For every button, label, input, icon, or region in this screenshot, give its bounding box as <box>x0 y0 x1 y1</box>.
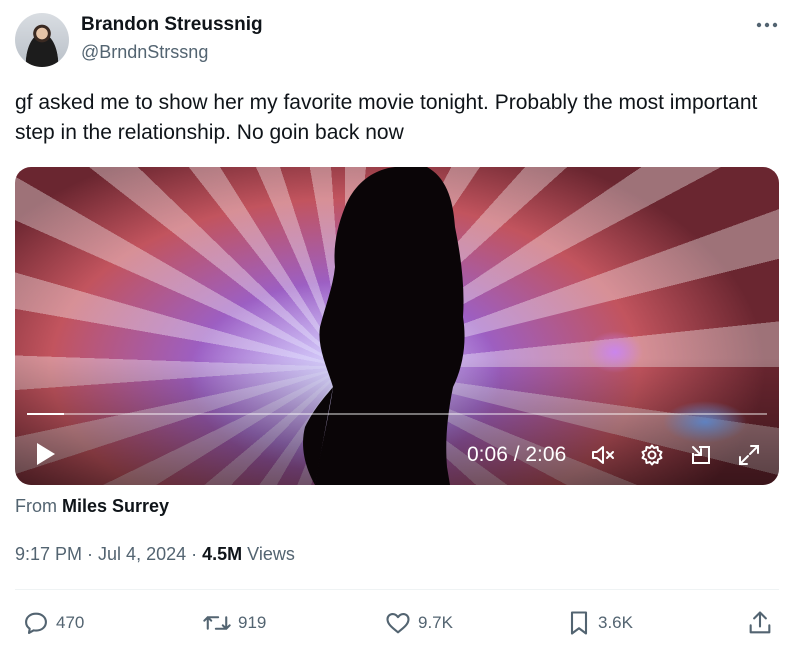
fullscreen-icon <box>739 445 759 465</box>
video-time-readout: 0:06 / 2:06 <box>467 443 567 466</box>
tweet-time[interactable]: 9:17 PM <box>15 544 82 564</box>
tweet-meta: 9:17 PM · Jul 4, 2024 · 4.5M Views <box>15 542 295 566</box>
share-button[interactable] <box>746 609 774 637</box>
attribution-prefix: From <box>15 496 57 516</box>
video-progress-bar[interactable] <box>27 413 767 415</box>
repost-icon <box>203 616 231 630</box>
bookmark-button[interactable]: 3.6K <box>566 609 633 637</box>
like-button[interactable]: 9.7K <box>384 609 453 637</box>
attribution-source-link[interactable]: Miles Surrey <box>62 496 169 516</box>
mute-button[interactable] <box>589 441 617 469</box>
repost-button[interactable]: 919 <box>202 609 266 637</box>
reply-count: 470 <box>56 613 85 632</box>
play-icon <box>37 443 55 465</box>
tweet-text: gf asked me to show her my favorite movi… <box>15 91 758 144</box>
divider <box>15 589 779 590</box>
avatar[interactable] <box>15 13 69 67</box>
gear-icon <box>641 444 663 466</box>
fullscreen-button[interactable] <box>735 441 763 469</box>
video-player[interactable]: 0:06 / 2:06 <box>15 167 779 485</box>
more-icon <box>756 22 778 28</box>
mute-icon <box>592 446 614 464</box>
reply-button[interactable]: 470 <box>22 609 84 637</box>
reply-icon <box>25 612 47 634</box>
views-count: 4.5M <box>202 544 243 564</box>
repost-count: 919 <box>238 613 267 632</box>
author-display-name[interactable]: Brandon Streussnig <box>81 13 263 37</box>
author-handle[interactable]: @BrndnStrssng <box>81 40 208 64</box>
share-icon <box>749 611 771 634</box>
like-count: 9.7K <box>418 613 453 632</box>
tweet-date[interactable]: Jul 4, 2024 <box>98 544 186 564</box>
minimize-icon <box>692 446 710 464</box>
views-label: Views <box>242 544 295 564</box>
video-frame <box>303 167 465 485</box>
play-button[interactable] <box>33 439 59 469</box>
minimize-button[interactable] <box>687 441 715 469</box>
video-progress-fill <box>27 413 64 415</box>
meta-separator: · <box>82 544 99 564</box>
media-attribution: From Miles Surrey <box>15 494 169 518</box>
more-options-button[interactable] <box>752 10 782 40</box>
meta-separator: · <box>186 544 203 564</box>
heart-icon <box>386 612 410 634</box>
settings-button[interactable] <box>638 441 666 469</box>
bookmark-icon <box>570 611 588 635</box>
bookmark-count: 3.6K <box>598 613 633 632</box>
